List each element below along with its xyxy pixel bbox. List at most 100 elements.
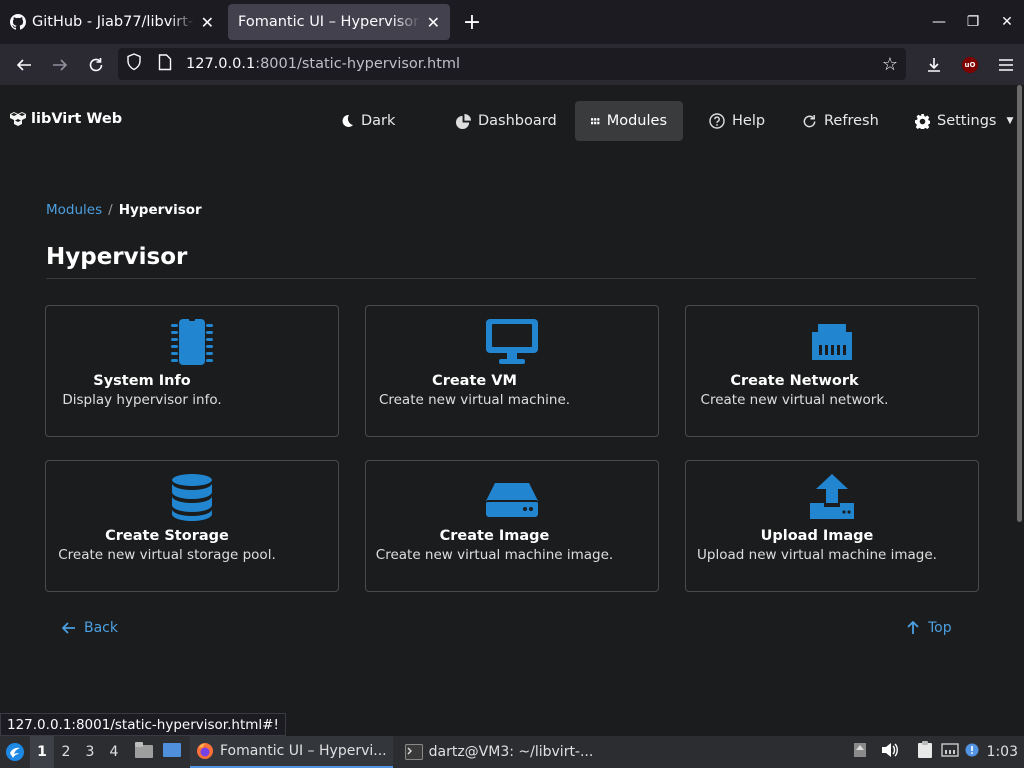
workspace-2[interactable]: 2 — [54, 744, 78, 760]
breadcrumb-modules-link[interactable]: Modules — [46, 202, 102, 218]
taskbar: 1 2 3 4 Fomantic UI – Hypervi... dartz@V… — [0, 736, 1024, 768]
taskbar-terminal[interactable]: dartz@VM3: ~/libvirt-... — [399, 736, 600, 768]
back-link[interactable]: Back — [62, 620, 118, 636]
terminal-icon — [404, 744, 423, 760]
hamburger-menu-icon[interactable] — [988, 49, 1024, 81]
ublock-extension-button[interactable]: uO — [952, 49, 988, 81]
moon-icon — [342, 114, 353, 127]
notification-icon[interactable] — [965, 743, 979, 761]
tab-title: GitHub - Jiab77/libvirt-web — [32, 14, 195, 30]
database-icon — [46, 473, 338, 521]
redo-icon — [803, 114, 816, 127]
download-icon[interactable] — [916, 49, 952, 81]
ethernet-icon — [686, 318, 978, 366]
grid-icon — [591, 117, 600, 124]
taskbar-firefox[interactable]: Fomantic UI – Hypervi... — [190, 736, 393, 768]
restore-icon[interactable]: ❐ — [956, 14, 990, 30]
arrow-up-icon — [907, 621, 919, 634]
new-tab-button[interactable]: + — [454, 10, 490, 35]
chart-pie-icon — [456, 113, 471, 129]
address-bar[interactable]: 127.0.0.1:8001/static-hypervisor.html ☆ — [118, 48, 906, 80]
menu-modules[interactable]: Modules — [575, 101, 683, 141]
network-icon[interactable] — [940, 742, 959, 762]
cubes-icon — [10, 112, 26, 126]
dark-mode-toggle[interactable]: Dark — [324, 101, 411, 141]
card-create-storage[interactable]: Create Storage Create new virtual storag… — [45, 460, 339, 592]
window-controls: — ❐ ✕ — [922, 0, 1024, 44]
menu-dashboard[interactable]: Dashboard — [440, 101, 573, 141]
page-title: Hypervisor — [46, 244, 188, 270]
browser-toolbar: 127.0.0.1:8001/static-hypervisor.html ☆ … — [0, 44, 1024, 85]
forward-arrow-icon[interactable] — [42, 49, 78, 81]
url-text: 127.0.0.1:8001/static-hypervisor.html — [186, 56, 460, 72]
back-link-label: Back — [84, 620, 118, 636]
close-tab-icon[interactable]: ✕ — [201, 13, 214, 32]
tab-hypervisor[interactable]: Fomantic UI – Hypervisor Page ✕ — [228, 4, 450, 40]
menu-refresh-label: Refresh — [824, 113, 879, 129]
title-divider — [46, 278, 976, 279]
tracking-shield-icon[interactable] — [126, 53, 146, 75]
card-description: Create new virtual network. — [700, 392, 889, 408]
card-create-network[interactable]: Create Network Create new virtual networ… — [685, 305, 979, 437]
card-upload-image[interactable]: Upload Image Upload new virtual machine … — [685, 460, 979, 592]
back-arrow-icon[interactable] — [6, 49, 42, 81]
show-desktop-icon[interactable] — [162, 742, 182, 762]
arrow-left-icon — [62, 622, 75, 634]
cog-icon — [915, 113, 930, 129]
card-description: Create new virtual storage pool. — [58, 547, 276, 563]
tab-title: Fomantic UI – Hypervisor Page — [238, 14, 421, 30]
menu-settings[interactable]: Settings ▼ — [899, 101, 1024, 141]
tab-github[interactable]: GitHub - Jiab77/libvirt-web ✕ — [0, 4, 224, 40]
card-create-image[interactable]: Create Image Create new virtual machine … — [365, 460, 659, 592]
menu-settings-label: Settings — [937, 113, 997, 129]
file-manager-icon[interactable] — [134, 741, 154, 763]
taskbar-firefox-label: Fomantic UI – Hypervi... — [220, 743, 387, 759]
top-menu: libVirt Web Dark Dashboard Modules Help … — [0, 85, 1016, 157]
menu-help[interactable]: Help — [693, 101, 781, 141]
volume-icon[interactable] — [881, 742, 899, 762]
clipboard-icon[interactable] — [917, 741, 933, 763]
scrollbar[interactable] — [1017, 85, 1022, 522]
card-create-vm[interactable]: Create VM Create new virtual machine. — [365, 305, 659, 437]
brand[interactable]: libVirt Web — [10, 111, 122, 127]
card-system-info[interactable]: System Info Display hypervisor info. — [45, 305, 339, 437]
menu-refresh[interactable]: Refresh — [786, 101, 895, 141]
updates-icon[interactable] — [853, 742, 867, 762]
start-menu-icon[interactable] — [0, 736, 30, 768]
url-path: :8001/static-hypervisor.html — [255, 56, 461, 72]
hdd-icon — [366, 473, 658, 521]
card-description: Create new virtual machine image. — [375, 547, 614, 563]
page-info-icon[interactable] — [158, 53, 176, 75]
card-title: Create Network — [730, 373, 859, 389]
card-title: Create Image — [439, 528, 550, 544]
desktop-icon — [366, 318, 658, 366]
close-window-icon[interactable]: ✕ — [990, 14, 1024, 30]
top-link[interactable]: Top — [906, 620, 952, 636]
dropdown-caret-icon: ▼ — [1006, 116, 1014, 126]
dark-mode-label: Dark — [361, 113, 396, 129]
github-icon — [10, 14, 26, 30]
firefox-icon — [197, 743, 213, 759]
minimize-icon[interactable]: — — [922, 14, 956, 30]
top-link-label: Top — [928, 620, 952, 636]
brand-name: libVirt Web — [31, 111, 123, 127]
workspace-4[interactable]: 4 — [102, 744, 126, 760]
workspace-3[interactable]: 3 — [78, 744, 102, 760]
question-circle-icon — [709, 113, 725, 129]
breadcrumb: Modules / Hypervisor — [46, 202, 202, 218]
upload-icon — [686, 473, 978, 521]
card-title: Upload Image — [760, 528, 874, 544]
status-url-tooltip: 127.0.0.1:8001/static-hypervisor.html#! — [0, 713, 286, 736]
card-title: System Info — [93, 373, 191, 389]
reload-icon[interactable] — [78, 49, 114, 81]
browser-tab-strip: GitHub - Jiab77/libvirt-web ✕ Fomantic U… — [0, 0, 1024, 44]
card-description: Upload new virtual machine image. — [697, 547, 937, 563]
page-viewport: libVirt Web Dark Dashboard Modules Help … — [0, 85, 1024, 736]
breadcrumb-current: Hypervisor — [118, 202, 202, 218]
bookmark-star-icon[interactable]: ☆ — [882, 54, 898, 75]
url-host: 127.0.0.1 — [186, 56, 256, 72]
workspace-1[interactable]: 1 — [30, 736, 54, 768]
breadcrumb-divider: / — [108, 202, 113, 218]
close-tab-icon[interactable]: ✕ — [427, 13, 440, 32]
clock: 1:03 — [986, 744, 1018, 760]
